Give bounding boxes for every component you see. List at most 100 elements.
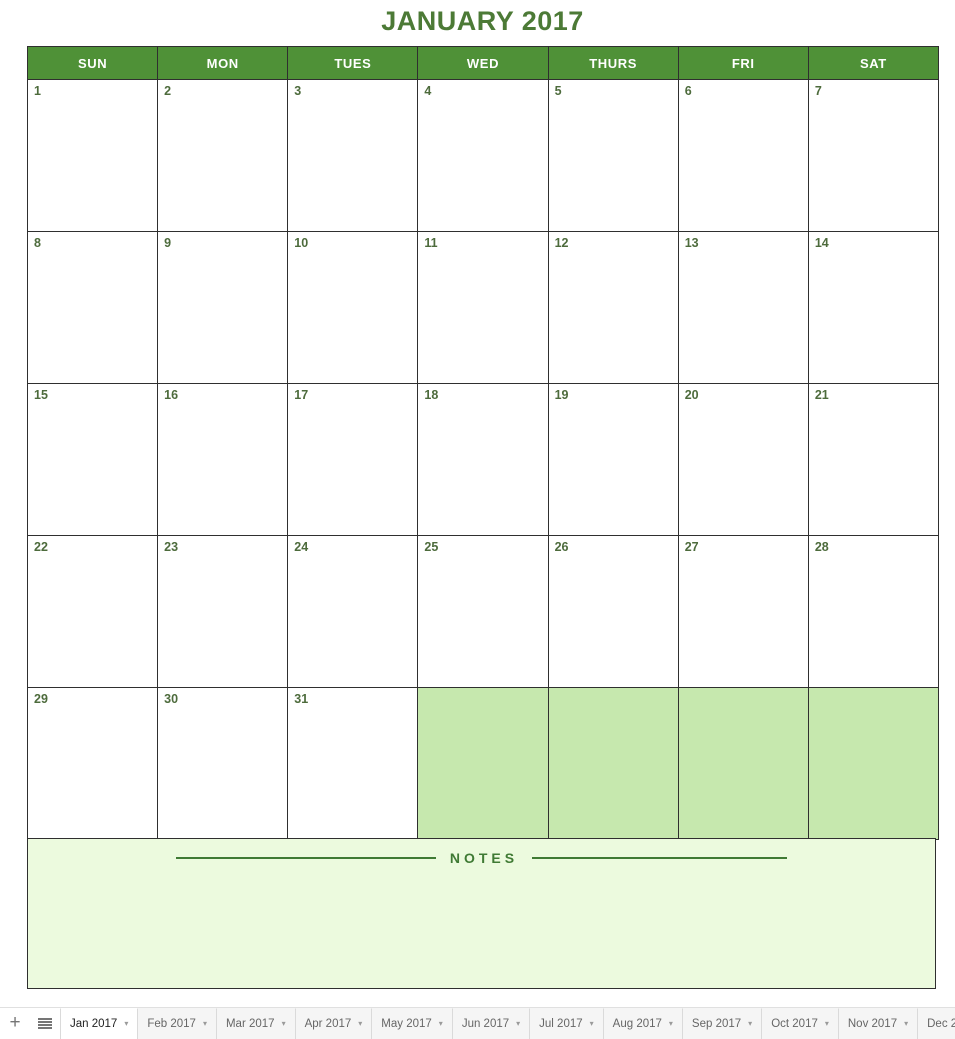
sheet-tab-jun-2017[interactable]: Jun 2017 ▾ bbox=[452, 1008, 531, 1039]
day-number: 3 bbox=[294, 84, 302, 98]
sheet-tab-feb-2017[interactable]: Feb 2017 ▾ bbox=[138, 1008, 217, 1039]
calendar-cell-empty[interactable] bbox=[547, 687, 679, 840]
calendar-day-cell[interactable]: 19 bbox=[547, 383, 679, 536]
weekday-header-mon: MON bbox=[157, 46, 289, 80]
sheet-tab-label: Dec 2017 bbox=[927, 1018, 955, 1030]
sheet-tab-aug-2017[interactable]: Aug 2017 ▾ bbox=[603, 1008, 683, 1039]
sheet-tab-jul-2017[interactable]: Jul 2017 ▾ bbox=[530, 1008, 604, 1039]
chevron-down-icon[interactable]: ▾ bbox=[904, 1020, 908, 1028]
chevron-down-icon[interactable]: ▾ bbox=[358, 1020, 362, 1028]
notes-body[interactable] bbox=[28, 875, 935, 985]
calendar-day-cell[interactable]: 3 bbox=[287, 79, 419, 232]
sheet-tabs-list: Jan 2017 ▾ Feb 2017 ▾ Mar 2017 ▾ Apr 2017 ▾ May … bbox=[60, 1008, 955, 1039]
sheet-tab-label: Sep 2017 bbox=[691, 1018, 742, 1030]
calendar-day-cell[interactable]: 17 bbox=[287, 383, 419, 536]
day-events bbox=[288, 98, 417, 101]
chevron-down-icon[interactable]: ▾ bbox=[825, 1020, 829, 1028]
calendar-week-row: 8 9 10 11 12 13 14 bbox=[26, 231, 939, 384]
calendar-day-cell[interactable]: 20 bbox=[677, 383, 809, 536]
calendar-day-cell[interactable]: 1 bbox=[26, 79, 159, 232]
day-number: 26 bbox=[554, 540, 569, 554]
day-number: 31 bbox=[294, 692, 309, 706]
sheet-tab-mar-2017[interactable]: Mar 2017 ▾ bbox=[216, 1008, 296, 1039]
calendar-day-cell[interactable]: 4 bbox=[417, 79, 549, 232]
day-events bbox=[679, 98, 808, 101]
calendar-day-cell[interactable]: 23 bbox=[157, 535, 289, 688]
day-events bbox=[418, 693, 547, 696]
add-sheet-icon[interactable]: + bbox=[0, 1008, 30, 1039]
sheet-tab-jan-2017[interactable]: Jan 2017 ▾ bbox=[60, 1008, 139, 1039]
chevron-down-icon[interactable]: ▾ bbox=[124, 1020, 128, 1028]
sheet-tab-label: Jul 2017 bbox=[539, 1018, 583, 1030]
weekday-header-row: SUN MON TUES WED THURS FRI SAT bbox=[26, 46, 939, 80]
calendar-day-cell[interactable]: 11 bbox=[417, 231, 549, 384]
calendar-day-cell[interactable]: 28 bbox=[807, 535, 939, 688]
calendar-day-cell[interactable]: 24 bbox=[287, 535, 419, 688]
notes-rule-left-icon bbox=[175, 857, 436, 859]
calendar-day-cell[interactable]: 12 bbox=[547, 231, 679, 384]
sheet-tab-oct-2017[interactable]: Oct 2017 ▾ bbox=[762, 1008, 839, 1039]
calendar-day-cell[interactable]: 13 bbox=[677, 231, 809, 384]
sheet-tab-dec-2017[interactable]: Dec 2017▾ bbox=[918, 1008, 955, 1039]
all-sheets-button[interactable] bbox=[30, 1008, 60, 1039]
chevron-down-icon[interactable]: ▾ bbox=[282, 1020, 286, 1028]
calendar-day-cell[interactable]: 2 bbox=[157, 79, 289, 232]
chevron-down-icon[interactable]: ▾ bbox=[590, 1020, 594, 1028]
chevron-down-icon[interactable]: ▾ bbox=[439, 1020, 443, 1028]
sheet-tab-bar: + Jan 2017 ▾ Feb 2017 ▾ Mar 2017 ▾ Apr 2017 ▾ Ma… bbox=[0, 1007, 955, 1039]
sheet-tab-nov-2017[interactable]: Nov 2017 ▾ bbox=[838, 1008, 919, 1039]
day-events bbox=[809, 98, 938, 101]
calendar-day-cell[interactable]: 6 bbox=[677, 79, 809, 232]
calendar-day-cell[interactable]: 18 bbox=[417, 383, 549, 536]
calendar-day-cell[interactable]: 26 bbox=[547, 535, 679, 688]
sheet-tab-label: May 2017 bbox=[381, 1018, 432, 1030]
page-title: JANUARY 2017 bbox=[381, 6, 584, 36]
calendar-day-cell[interactable]: 21 bbox=[807, 383, 939, 536]
day-events bbox=[158, 250, 287, 253]
sheet-tab-label: Apr 2017 bbox=[304, 1018, 352, 1030]
calendar-day-cell[interactable]: 30 bbox=[157, 687, 289, 840]
chevron-down-icon[interactable]: ▾ bbox=[516, 1020, 520, 1028]
calendar-day-cell[interactable]: 15 bbox=[26, 383, 159, 536]
calendar-day-cell[interactable]: 25 bbox=[417, 535, 549, 688]
weekday-header-wed: WED bbox=[417, 46, 549, 80]
calendar-day-cell[interactable]: 8 bbox=[26, 231, 159, 384]
calendar-day-cell[interactable]: 7 bbox=[807, 79, 939, 232]
calendar-cell-empty[interactable] bbox=[677, 687, 809, 840]
chevron-down-icon[interactable]: ▾ bbox=[669, 1020, 673, 1028]
day-number: 20 bbox=[684, 388, 699, 402]
calendar-day-cell[interactable]: 27 bbox=[677, 535, 809, 688]
weekday-header-sun: SUN bbox=[26, 46, 159, 80]
calendar-day-cell[interactable]: 14 bbox=[807, 231, 939, 384]
weekday-header-sat: SAT bbox=[807, 46, 939, 80]
calendar-day-cell[interactable]: 22 bbox=[26, 535, 159, 688]
calendar-cell-empty[interactable] bbox=[417, 687, 549, 840]
sheet-tab-apr-2017[interactable]: Apr 2017 ▾ bbox=[295, 1008, 373, 1039]
day-number: 30 bbox=[164, 692, 179, 706]
notes-rule-right-icon bbox=[532, 857, 788, 859]
day-number: 22 bbox=[34, 540, 48, 554]
calendar-cell-empty[interactable] bbox=[807, 687, 939, 840]
sheet-tab-sep-2017[interactable]: Sep 2017 ▾ bbox=[682, 1008, 763, 1039]
day-events bbox=[28, 98, 157, 101]
chevron-down-icon[interactable]: ▾ bbox=[203, 1020, 207, 1028]
calendar-day-cell[interactable]: 5 bbox=[547, 79, 679, 232]
calendar-week-row: 29 30 31 bbox=[26, 687, 939, 840]
day-number: 15 bbox=[34, 388, 48, 402]
calendar-day-cell[interactable]: 29 bbox=[26, 687, 159, 840]
day-number: 10 bbox=[294, 236, 309, 250]
calendar-day-cell[interactable]: 31 bbox=[287, 687, 419, 840]
day-number: 8 bbox=[34, 236, 41, 250]
calendar-day-cell[interactable]: 10 bbox=[287, 231, 419, 384]
day-number: 6 bbox=[684, 84, 692, 98]
sheet-tab-may-2017[interactable]: May 2017 ▾ bbox=[372, 1008, 453, 1039]
notes-section[interactable]: NOTES bbox=[27, 838, 936, 989]
sheet-tab-label: Oct 2017 bbox=[771, 1018, 818, 1030]
calendar-day-cell[interactable]: 16 bbox=[157, 383, 289, 536]
calendar-grid: SUN MON TUES WED THURS FRI SAT 123456789… bbox=[26, 46, 939, 840]
day-number: 12 bbox=[554, 236, 569, 250]
calendar-day-cell[interactable]: 9 bbox=[157, 231, 289, 384]
sheet-tab-label: Jun 2017 bbox=[461, 1018, 510, 1030]
chevron-down-icon[interactable]: ▾ bbox=[748, 1020, 752, 1028]
day-events bbox=[679, 693, 808, 696]
